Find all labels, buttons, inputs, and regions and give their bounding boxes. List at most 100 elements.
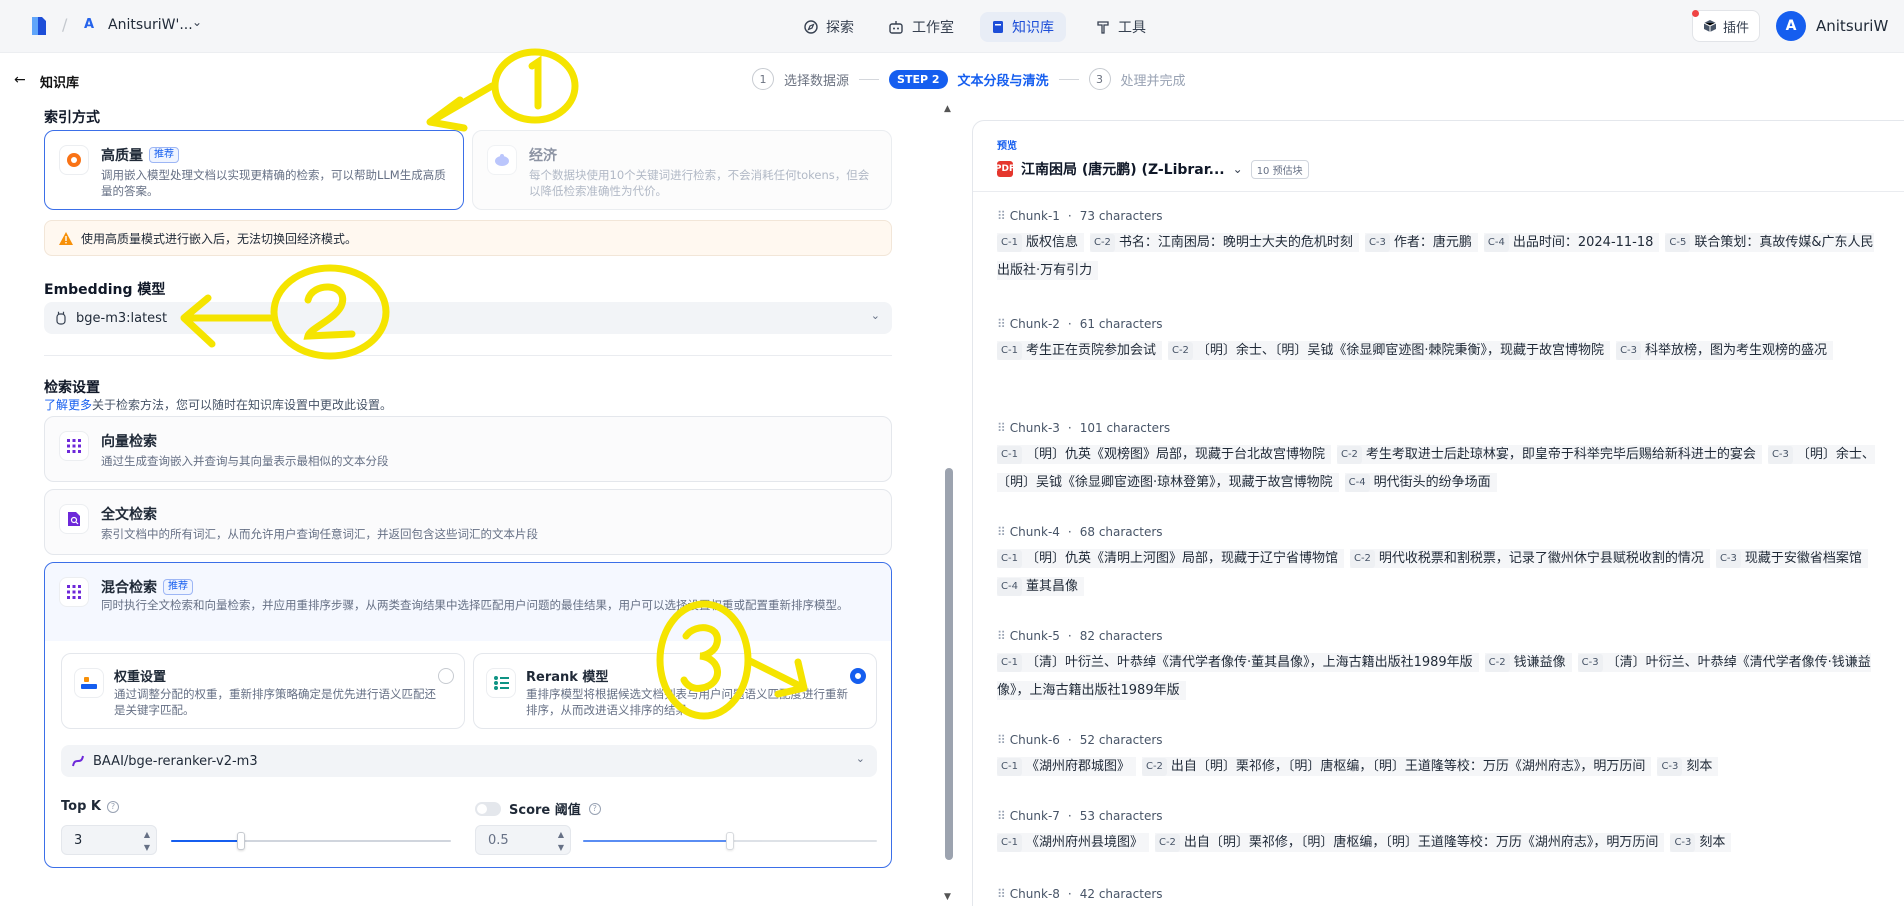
chunk-segment: C-3 科举放榜，图为考生观榜的盛况 xyxy=(1616,341,1834,360)
avatar[interactable]: A xyxy=(1776,11,1806,41)
vector-search-icon xyxy=(59,431,89,461)
ollama-icon xyxy=(56,311,66,325)
chunk-item: ⠿ Chunk-4 · 68 characters C-1 〔明〕仇英《清明上河图》局部，… xyxy=(997,525,1877,601)
score-slider[interactable] xyxy=(583,832,877,850)
nav-explore[interactable]: 探索 xyxy=(792,12,866,42)
segment-tag: C-3 xyxy=(1715,549,1741,568)
nav-studio[interactable]: 工作室 xyxy=(876,12,966,42)
grip-icon: ⠿ xyxy=(997,421,1006,435)
separator-dot: · xyxy=(1067,809,1072,823)
chunk-segment: C-1 〔明〕仇英《清明上河图》局部，现藏于辽宁省博物馆 xyxy=(997,549,1344,568)
plugin-button[interactable]: 插件 xyxy=(1692,10,1760,42)
score-slider-fill xyxy=(583,840,730,842)
segment-tag: C-3 xyxy=(1670,833,1696,852)
app-logo-icon[interactable] xyxy=(30,15,48,37)
stepper: 1 选择数据源 STEP 2 文本分段与清洗 3 处理并完成 xyxy=(752,68,1186,90)
nav-tools[interactable]: 工具 xyxy=(1084,12,1158,42)
vector-search-card[interactable]: 向量检索 通过生成查询嵌入并查询与其向量表示最相似的文本分段 xyxy=(44,416,892,482)
retrieval-hint-text: 关于检索方法，您可以随时在知识库设置中更改此设置。 xyxy=(92,398,393,412)
segment-tag: C-2 xyxy=(1349,549,1375,568)
stepper-icon[interactable]: ▲ ▼ xyxy=(558,828,564,854)
topk-input[interactable]: 3 ▲ ▼ xyxy=(61,825,157,855)
score-input[interactable]: 0.5 ▲ ▼ xyxy=(475,825,571,855)
step-2-badge: STEP 2 xyxy=(889,69,948,89)
segment-text: 作者：唐元鹏 xyxy=(1393,235,1472,250)
chunk-segment: C-1 版权信息 xyxy=(997,233,1084,252)
chevron-down-icon[interactable]: ⌄ xyxy=(192,15,202,29)
username[interactable]: AnitsuriW xyxy=(1816,17,1888,35)
segment-tag: C-2 xyxy=(1154,833,1180,852)
stepper-icon[interactable]: ▲ ▼ xyxy=(144,828,150,854)
segment-text: 科举放榜，图为考生观榜的盛况 xyxy=(1645,343,1828,358)
rerank-model-select[interactable]: BAAI/bge-reranker-v2-m3 ⌄ xyxy=(61,745,877,777)
chunk-segment: C-4 董其昌像 xyxy=(997,577,1084,596)
nav-knowledge[interactable]: 知识库 xyxy=(980,12,1066,42)
score-slider-thumb[interactable] xyxy=(726,832,734,850)
index-high-quality-card[interactable]: 高质量 推荐 调用嵌入模型处理文档以实现更精确的检索，可以帮助LLM生成高质量的… xyxy=(44,130,464,210)
scrollbar-thumb[interactable] xyxy=(945,468,953,860)
separator-dot: · xyxy=(1067,421,1072,435)
topk-slider-thumb[interactable] xyxy=(237,832,245,850)
scroll-down-icon[interactable]: ▼ xyxy=(944,892,951,902)
preview-doc-select[interactable]: PDF 江南困局 (唐元鹏) (Z-Librar... ⌄ 10 预估块 xyxy=(995,159,1309,179)
segment-text: 〔明〕余士、〔明〕吴钺《徐显卿宦迹图·棘院秉衡》，现藏于故宫博物院 xyxy=(1196,343,1605,358)
segment-tag: C-4 xyxy=(997,577,1022,596)
topk-slider[interactable] xyxy=(171,832,451,850)
hammer-icon xyxy=(1097,21,1109,34)
rerank-model-value: BAAI/bge-reranker-v2-m3 xyxy=(93,753,258,769)
chunk-segment: C-1 《湖州府州县境图》 xyxy=(997,833,1149,852)
chunk-char-count: 82 characters xyxy=(1079,629,1163,643)
warning-icon xyxy=(59,231,73,245)
segment-text: 明代收税票和割税票，记录了徽州休宁县赋税收割的情况 xyxy=(1378,551,1704,566)
breadcrumb-separator: / xyxy=(62,15,68,34)
segment-text: 出品时间：2024-11-18 xyxy=(1512,235,1654,250)
chunk-header: ⠿ Chunk-1 · 73 characters xyxy=(997,209,1877,223)
index-economy-card[interactable]: 经济 每个数据块使用10个关键词进行检索，不会消耗任何tokens，但会以降低检… xyxy=(472,130,892,210)
segment-tag: C-1 xyxy=(997,233,1022,252)
scroll-up-icon[interactable]: ▲ xyxy=(944,104,951,114)
help-icon[interactable]: ? xyxy=(588,802,601,815)
back-label[interactable]: 知识库 xyxy=(40,72,79,91)
vector-search-desc: 通过生成查询嵌入并查询与其向量表示最相似的文本分段 xyxy=(101,454,389,468)
back-arrow-icon[interactable]: ← xyxy=(14,72,26,88)
segment-text: 董其昌像 xyxy=(1025,579,1078,594)
chunk-segment: C-2 明代收税票和割税票，记录了徽州休宁县赋税收割的情况 xyxy=(1349,549,1710,568)
workspace-name[interactable]: AnitsuriW'... xyxy=(108,17,193,33)
segment-tag: C-2 xyxy=(1167,341,1193,360)
high-quality-desc: 调用嵌入模型处理文档以实现更精确的检索，可以帮助LLM生成高质量的答案。 xyxy=(101,168,446,198)
grip-icon: ⠿ xyxy=(997,809,1006,823)
fulltext-search-desc: 索引文档中的所有词汇，从而允许用户查询任意词汇，并返回包含这些词汇的文本片段 xyxy=(101,527,538,541)
chunk-char-count: 42 characters xyxy=(1079,887,1163,901)
segment-text: 考生考取进士后赴琼林宴，即皇帝于科举完毕后赐给新科进士的宴会 xyxy=(1365,447,1756,462)
model-provider-icon xyxy=(72,755,84,767)
chunk-header: ⠿ Chunk-5 · 82 characters xyxy=(997,629,1877,643)
segment-text: 明代街头的纷争场面 xyxy=(1373,475,1491,490)
learn-more-link[interactable]: 了解更多 xyxy=(44,398,92,412)
weight-radio[interactable] xyxy=(438,668,454,684)
chunk-item: ⠿ Chunk-7 · 53 characters C-1 《湖州府州县境图》 C-2 出自〔… xyxy=(997,809,1877,857)
chunk-segment: C-2 书名：江南困局：晚明士大夫的危机时刻 xyxy=(1089,233,1359,252)
segment-tag: C-1 xyxy=(997,653,1022,672)
segment-text: 钱谦益像 xyxy=(1513,655,1566,670)
weight-settings-option[interactable]: 权重设置 通过调整分配的权重，重新排序策略确定是优先进行语义匹配还是关键字匹配。 xyxy=(61,653,465,729)
hybrid-search-title: 混合检索 xyxy=(101,580,157,596)
chunk-name: Chunk-1 xyxy=(1009,209,1060,223)
chunk-segment: C-2 〔明〕余士、〔明〕吴钺《徐显卿宦迹图·棘院秉衡》，现藏于故宫博物院 xyxy=(1167,341,1611,360)
chunk-name: Chunk-6 xyxy=(1009,733,1060,747)
chunk-segment: C-3 刻本 xyxy=(1670,833,1732,852)
segment-tag: C-2 xyxy=(1141,757,1167,776)
retrieval-title: 检索设置 xyxy=(44,380,100,396)
chunk-name: Chunk-7 xyxy=(1009,809,1060,823)
fulltext-search-card[interactable]: 全文检索 索引文档中的所有词汇，从而允许用户查询任意词汇，并返回包含这些词汇的文… xyxy=(44,489,892,555)
preview-doc-name: 江南困局 (唐元鹏) (Z-Librar... xyxy=(1021,162,1225,178)
score-toggle[interactable] xyxy=(475,801,501,816)
chunk-segment: C-3 现藏于安徽省档案馆 xyxy=(1715,549,1868,568)
separator-dot: · xyxy=(1067,887,1072,901)
chunk-item: ⠿ Chunk-8 · 42 characters xyxy=(997,887,1877,906)
segment-tag: C-3 xyxy=(1616,341,1642,360)
segment-text: 《湖州府州县境图》 xyxy=(1025,835,1143,850)
topk-label: Top K xyxy=(61,799,101,814)
help-icon[interactable]: ? xyxy=(106,800,119,813)
rerank-radio[interactable] xyxy=(850,668,866,684)
workspace-icon[interactable]: A xyxy=(84,17,94,32)
